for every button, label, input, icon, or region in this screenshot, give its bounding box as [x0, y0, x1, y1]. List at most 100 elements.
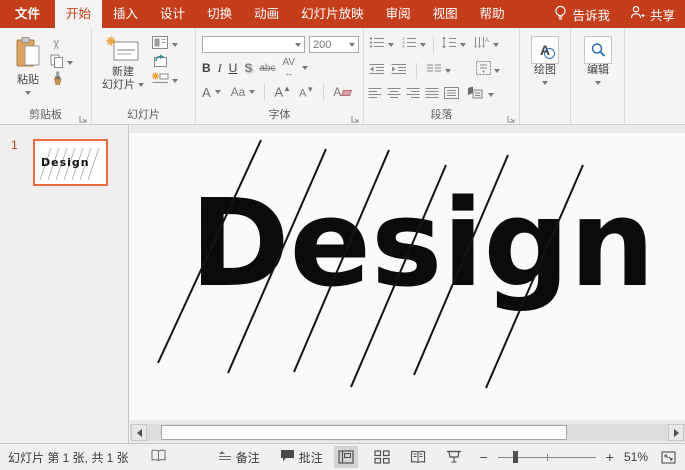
- new-slide-button[interactable]: 新建 幻灯片: [100, 36, 146, 92]
- text-direction-button[interactable]: A: [473, 36, 490, 54]
- numbering-button[interactable]: 123: [401, 36, 417, 54]
- change-case-dropdown-arrow[interactable]: [249, 90, 255, 94]
- tab-view[interactable]: 视图: [422, 0, 469, 28]
- zoom-slider[interactable]: [498, 450, 596, 464]
- font-size-dropdown-arrow[interactable]: [349, 43, 355, 47]
- bullets-dropdown-arrow[interactable]: [388, 43, 394, 47]
- ribbon-tab-bar: 文件 开始 插入 设计 切换 动画 幻灯片放映 审阅 视图 帮助 告诉我 共享: [0, 0, 685, 28]
- tell-me-label: 告诉我: [572, 5, 610, 24]
- reading-view-button[interactable]: [406, 446, 430, 468]
- font-name-dropdown-arrow[interactable]: [295, 43, 301, 47]
- thumbnail-title-text: Design: [41, 156, 90, 169]
- section-dropdown-arrow[interactable]: [172, 79, 178, 83]
- convert-smartart-button[interactable]: [467, 86, 483, 104]
- cut-button[interactable]: ✂: [50, 36, 86, 54]
- text-direction-dropdown-arrow[interactable]: [493, 43, 499, 47]
- tab-home[interactable]: 开始: [55, 0, 102, 28]
- new-slide-label-line2: 幻灯片: [102, 79, 135, 91]
- tab-insert[interactable]: 插入: [102, 0, 149, 28]
- section-button[interactable]: [152, 72, 192, 90]
- tab-slideshow[interactable]: 幻灯片放映: [290, 0, 375, 28]
- diagonal-hatch-lines[interactable]: [130, 133, 685, 420]
- font-dialog-launcher[interactable]: [351, 111, 361, 121]
- reset-button[interactable]: [152, 54, 192, 72]
- drawing-button[interactable]: A 绘图: [527, 36, 563, 90]
- align-text-button[interactable]: [476, 61, 491, 80]
- bold-button[interactable]: B: [202, 61, 211, 75]
- change-case-button[interactable]: Aa: [231, 85, 246, 99]
- tab-help[interactable]: 帮助: [469, 0, 516, 28]
- tab-review[interactable]: 审阅: [375, 0, 422, 28]
- paragraph-dialog-launcher[interactable]: [507, 111, 517, 121]
- font-size-combobox[interactable]: 200: [309, 36, 359, 53]
- line-spacing-button[interactable]: [441, 36, 457, 54]
- slide-sorter-view-button[interactable]: [370, 446, 394, 468]
- normal-view-button[interactable]: [334, 446, 358, 468]
- align-center-button[interactable]: [387, 86, 401, 104]
- clipboard-dialog-launcher[interactable]: [79, 111, 89, 121]
- columns-button[interactable]: [426, 62, 442, 80]
- zoom-slider-thumb[interactable]: [513, 451, 518, 463]
- increase-indent-button[interactable]: [391, 62, 407, 80]
- spellcheck-book-icon[interactable]: [151, 449, 166, 465]
- scroll-right-button[interactable]: [668, 424, 684, 441]
- tell-me-button[interactable]: 告诉我: [544, 0, 620, 28]
- align-left-button[interactable]: [368, 86, 382, 104]
- ribbon: 粘贴 ✂ 剪贴板: [0, 28, 685, 125]
- fit-slide-to-window-button[interactable]: [656, 446, 680, 468]
- font-group-label: 字体: [196, 106, 363, 122]
- zoom-percentage[interactable]: 51%: [624, 450, 648, 464]
- share-button[interactable]: 共享: [620, 0, 685, 28]
- zoom-out-button[interactable]: −: [476, 449, 492, 465]
- italic-button[interactable]: I: [218, 61, 222, 76]
- convert-smartart-dropdown-arrow[interactable]: [488, 93, 494, 97]
- numbering-dropdown-arrow[interactable]: [420, 43, 426, 47]
- scroll-left-button[interactable]: [131, 424, 147, 441]
- layout-dropdown-arrow[interactable]: [172, 43, 178, 47]
- layout-button[interactable]: [152, 36, 192, 54]
- slideshow-view-button[interactable]: [442, 446, 466, 468]
- font-color-dropdown-arrow[interactable]: [215, 90, 221, 94]
- new-slide-dropdown-arrow[interactable]: [138, 83, 144, 87]
- tab-transitions[interactable]: 切换: [196, 0, 243, 28]
- font-color-button[interactable]: A: [202, 85, 211, 100]
- drawing-dropdown-arrow[interactable]: [542, 81, 548, 85]
- align-right-button[interactable]: [406, 86, 420, 104]
- tab-file[interactable]: 文件: [0, 0, 55, 28]
- copy-button[interactable]: [50, 54, 86, 72]
- format-painter-button[interactable]: [50, 72, 86, 90]
- distribute-button[interactable]: [444, 86, 459, 104]
- columns-dropdown-arrow[interactable]: [445, 69, 451, 73]
- shrink-font-button[interactable]: A▼: [299, 85, 314, 100]
- text-shadow-button[interactable]: S: [244, 61, 252, 75]
- character-spacing-button[interactable]: AV↔: [282, 57, 295, 79]
- grow-font-button[interactable]: A▲: [274, 84, 291, 99]
- decrease-indent-button[interactable]: [369, 62, 385, 80]
- notes-button[interactable]: 备注: [218, 449, 260, 466]
- scrollbar-thumb[interactable]: [161, 425, 567, 440]
- slide-thumbnail[interactable]: Design: [33, 139, 108, 186]
- paste-dropdown-arrow[interactable]: [25, 91, 31, 95]
- slide-canvas[interactable]: Design: [130, 133, 685, 420]
- tab-animations[interactable]: 动画: [243, 0, 290, 28]
- editing-dropdown-arrow[interactable]: [595, 81, 601, 85]
- underline-button[interactable]: U: [229, 61, 238, 75]
- justify-button[interactable]: [425, 86, 439, 104]
- line-spacing-dropdown-arrow[interactable]: [460, 43, 466, 47]
- copy-dropdown-arrow[interactable]: [67, 61, 73, 65]
- comments-button[interactable]: 批注: [280, 449, 323, 466]
- clear-formatting-button[interactable]: A: [333, 85, 351, 99]
- align-text-dropdown-arrow[interactable]: [494, 69, 500, 73]
- magnifier-icon: [584, 36, 612, 64]
- bullets-button[interactable]: [369, 36, 385, 54]
- character-spacing-dropdown-arrow[interactable]: [302, 66, 308, 70]
- reset-slide-icon: [152, 54, 168, 73]
- strikethrough-button[interactable]: abc: [259, 63, 275, 74]
- tab-design[interactable]: 设计: [149, 0, 196, 28]
- paste-button[interactable]: 粘贴: [8, 36, 48, 100]
- zoom-in-button[interactable]: +: [602, 449, 618, 465]
- horizontal-scrollbar[interactable]: [130, 424, 685, 441]
- editing-button[interactable]: 编辑: [580, 36, 616, 90]
- person-add-icon: [630, 5, 645, 23]
- font-name-combobox[interactable]: [202, 36, 305, 53]
